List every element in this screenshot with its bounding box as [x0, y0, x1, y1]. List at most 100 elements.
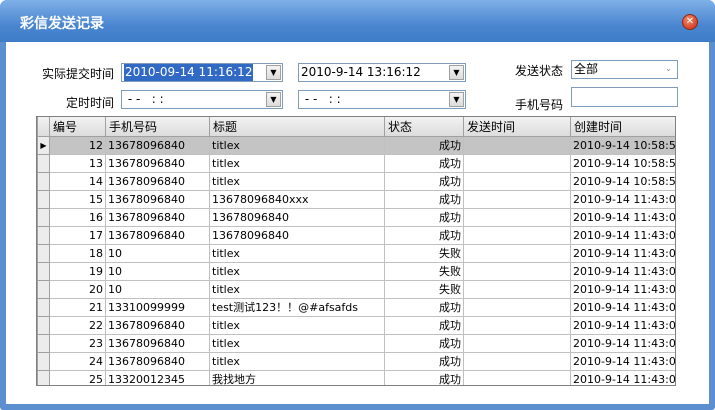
row-header[interactable]: [37, 207, 50, 227]
cell-phone: 13678096840: [105, 351, 210, 371]
cell-send-time: [463, 261, 571, 281]
cell-created-time: 2010-9-14 11:43:08: [570, 261, 675, 281]
column-header[interactable]: 发送时间: [463, 117, 571, 137]
close-button[interactable]: ✕: [682, 14, 698, 30]
column-header[interactable]: 状态: [384, 117, 464, 137]
table-row[interactable]: ▶ 12 13678096840 titlex 成功 2010-9-14 10:58:59: [37, 135, 675, 155]
cell-status: 失败: [384, 243, 464, 263]
cell-title: 我找地方: [209, 369, 385, 385]
client-area: 实际提交时间 2010-09-14 11:16:12 ▼ 2010-9-14 1…: [6, 42, 709, 404]
chevron-down-icon[interactable]: ▼: [449, 65, 464, 80]
cell-send-time: [463, 153, 571, 173]
table-row[interactable]: 18 10 titlex 失败 2010-9-14 11:43:08: [37, 243, 675, 263]
table-header: 编号 手机号码 标题 状态 发送时间 创建时间: [37, 117, 675, 137]
cell-status: 失败: [384, 279, 464, 299]
cell-title: titlex: [209, 135, 385, 155]
cell-phone: 13678096840: [105, 153, 210, 173]
title-bar[interactable]: 彩信发送记录 ✕: [0, 0, 715, 42]
column-header[interactable]: 创建时间: [570, 117, 675, 137]
cell-created-time: 2010-9-14 10:58:59: [570, 153, 675, 173]
window-title: 彩信发送记录: [20, 16, 104, 32]
row-header[interactable]: [37, 225, 50, 245]
submit-from-picker[interactable]: 2010-09-14 11:16:12 ▼: [121, 63, 283, 82]
table-row[interactable]: 20 10 titlex 失败 2010-9-14 11:43:08: [37, 279, 675, 299]
cell-phone: 13678096840: [105, 225, 210, 245]
row-header[interactable]: [37, 243, 50, 263]
table-row[interactable]: 17 13678096840 13678096840 成功 2010-9-14 11:4…: [37, 225, 675, 245]
table-row[interactable]: 15 13678096840 13678096840xxx 成功 2010-9-14 1…: [37, 189, 675, 209]
window: 彩信发送记录 ✕ 实际提交时间 2010-09-14 11:16:12 ▼ 20…: [0, 0, 715, 410]
row-header[interactable]: [37, 315, 50, 335]
table-row[interactable]: 19 10 titlex 失败 2010-9-14 11:43:08: [37, 261, 675, 281]
row-header[interactable]: [37, 171, 50, 191]
cell-send-time: [463, 315, 571, 335]
scheduled-to-picker[interactable]: - - : : ▼: [298, 90, 466, 109]
row-header[interactable]: [37, 279, 50, 299]
table-row[interactable]: 22 13678096840 titlex 成功 2010-9-14 11:43:08: [37, 315, 675, 335]
cell-created-time: 2010-9-14 11:43:08: [570, 207, 675, 227]
chevron-down-icon[interactable]: ⌄: [661, 62, 676, 77]
column-header[interactable]: 手机号码: [105, 117, 210, 137]
cell-send-time: [463, 243, 571, 263]
table-row[interactable]: 13 13678096840 titlex 成功 2010-9-14 10:58:59: [37, 153, 675, 173]
table-row[interactable]: 21 13310099999 test测试123！！@#afsafds 成功 2010-…: [37, 297, 675, 317]
cell-title: titlex: [209, 333, 385, 353]
cell-title: titlex: [209, 351, 385, 371]
phone-label: 手机号码: [515, 98, 564, 112]
chevron-down-icon[interactable]: ▼: [449, 92, 464, 107]
cell-status: 成功: [384, 351, 464, 371]
cell-id: 15: [49, 189, 106, 209]
table-row[interactable]: 23 13678096840 titlex 成功 2010-9-14 11:43:08: [37, 333, 675, 353]
cell-title: 13678096840: [209, 207, 385, 227]
cell-title: titlex: [209, 243, 385, 263]
cell-phone: 10: [105, 279, 210, 299]
table-row[interactable]: 25 13320012345 我找地方 成功 2010-9-14 11:43:08: [37, 369, 675, 385]
cell-status: 成功: [384, 315, 464, 335]
scheduled-from-picker[interactable]: - - : : ▼: [121, 90, 283, 109]
caret-right-icon: ▶: [40, 140, 47, 150]
cell-id: 14: [49, 171, 106, 191]
cell-send-time: [463, 171, 571, 191]
table-row[interactable]: 24 13678096840 titlex 成功 2010-9-14 11:43:08: [37, 351, 675, 371]
cell-phone: 13678096840: [105, 135, 210, 155]
phone-input[interactable]: [571, 87, 678, 107]
scheduled-time-label: 定时时间: [66, 96, 115, 110]
chevron-down-icon[interactable]: ▼: [266, 92, 281, 107]
table-row[interactable]: 14 13678096840 titlex 成功 2010-9-14 10:58:59: [37, 171, 675, 191]
cell-status: 成功: [384, 225, 464, 245]
column-header[interactable]: 编号: [49, 117, 106, 137]
row-header[interactable]: [37, 261, 50, 281]
cell-id: 12: [49, 135, 106, 155]
cell-id: 25: [49, 369, 106, 385]
cell-phone: 13678096840: [105, 333, 210, 353]
row-header[interactable]: [37, 153, 50, 173]
cell-status: 成功: [384, 153, 464, 173]
cell-created-time: 2010-9-14 11:43:08: [570, 279, 675, 299]
row-header[interactable]: [37, 333, 50, 353]
send-status-select[interactable]: 全部 ⌄: [571, 60, 678, 79]
current-row-indicator[interactable]: ▶: [37, 135, 50, 155]
records-grid[interactable]: 编号 手机号码 标题 状态 发送时间 创建时间 ▶ 12 13678096840 titlex 成…: [36, 116, 676, 386]
scheduled-from-value: - - : :: [124, 92, 164, 106]
row-header[interactable]: [37, 297, 50, 317]
cell-id: 23: [49, 333, 106, 353]
cell-phone: 13678096840: [105, 315, 210, 335]
row-header[interactable]: [37, 189, 50, 209]
cell-id: 13: [49, 153, 106, 173]
chevron-down-icon[interactable]: ▼: [266, 65, 281, 80]
submit-time-label: 实际提交时间: [42, 67, 115, 81]
cell-status: 成功: [384, 333, 464, 353]
row-header[interactable]: [37, 369, 50, 385]
table-row[interactable]: 16 13678096840 13678096840 成功 2010-9-14 11:4…: [37, 207, 675, 227]
cell-created-time: 2010-9-14 11:43:08: [570, 189, 675, 209]
cell-send-time: [463, 369, 571, 385]
cell-status: 成功: [384, 207, 464, 227]
cell-status: 失败: [384, 261, 464, 281]
column-header[interactable]: 标题: [209, 117, 385, 137]
cell-send-time: [463, 333, 571, 353]
cell-title: test测试123！！@#afsafds: [209, 297, 385, 317]
cell-phone: 13310099999: [105, 297, 210, 317]
row-header[interactable]: [37, 351, 50, 371]
cell-send-time: [463, 297, 571, 317]
submit-to-picker[interactable]: 2010-9-14 13:16:12 ▼: [298, 63, 466, 82]
